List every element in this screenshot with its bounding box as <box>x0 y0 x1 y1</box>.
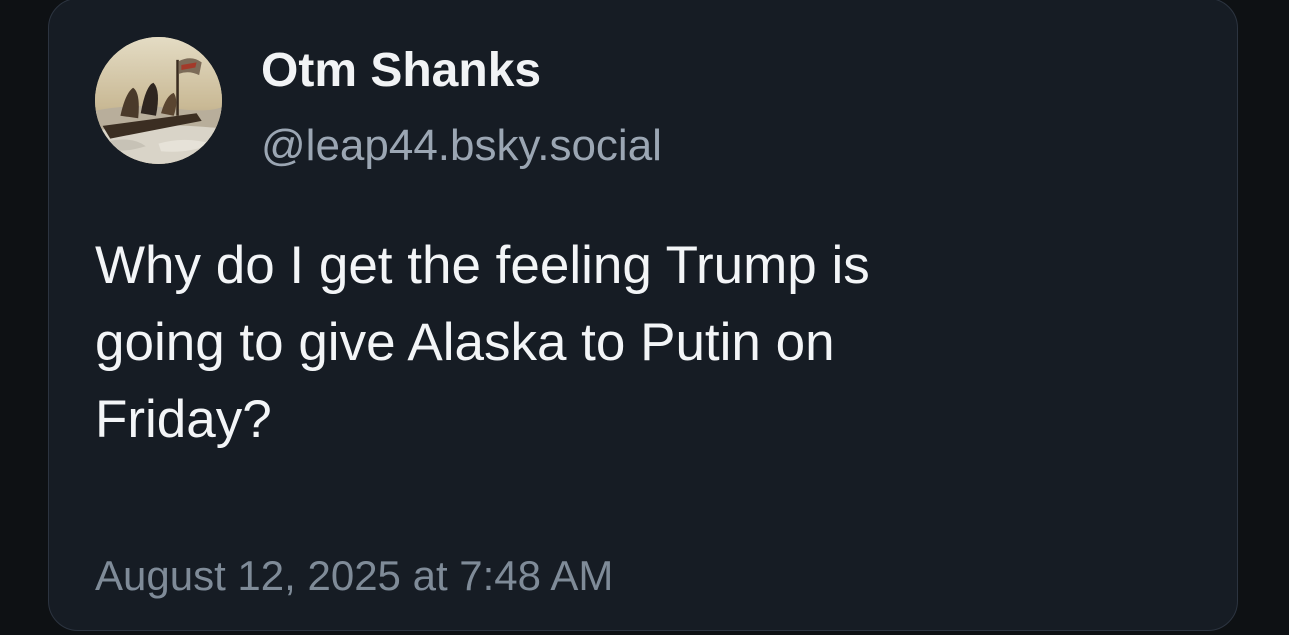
post-card: Otm Shanks @leap44.bsky.social Why do I … <box>48 0 1238 631</box>
author-avatar[interactable] <box>95 37 222 164</box>
post-timestamp: August 12, 2025 at 7:48 AM <box>95 552 614 599</box>
post-text: Why do I get the feeling Trump is going … <box>95 236 870 449</box>
author-handle[interactable]: @leap44.bsky.social <box>261 124 662 168</box>
painting-avatar-icon <box>95 37 222 164</box>
author-display-name[interactable]: Otm Shanks <box>261 47 541 95</box>
